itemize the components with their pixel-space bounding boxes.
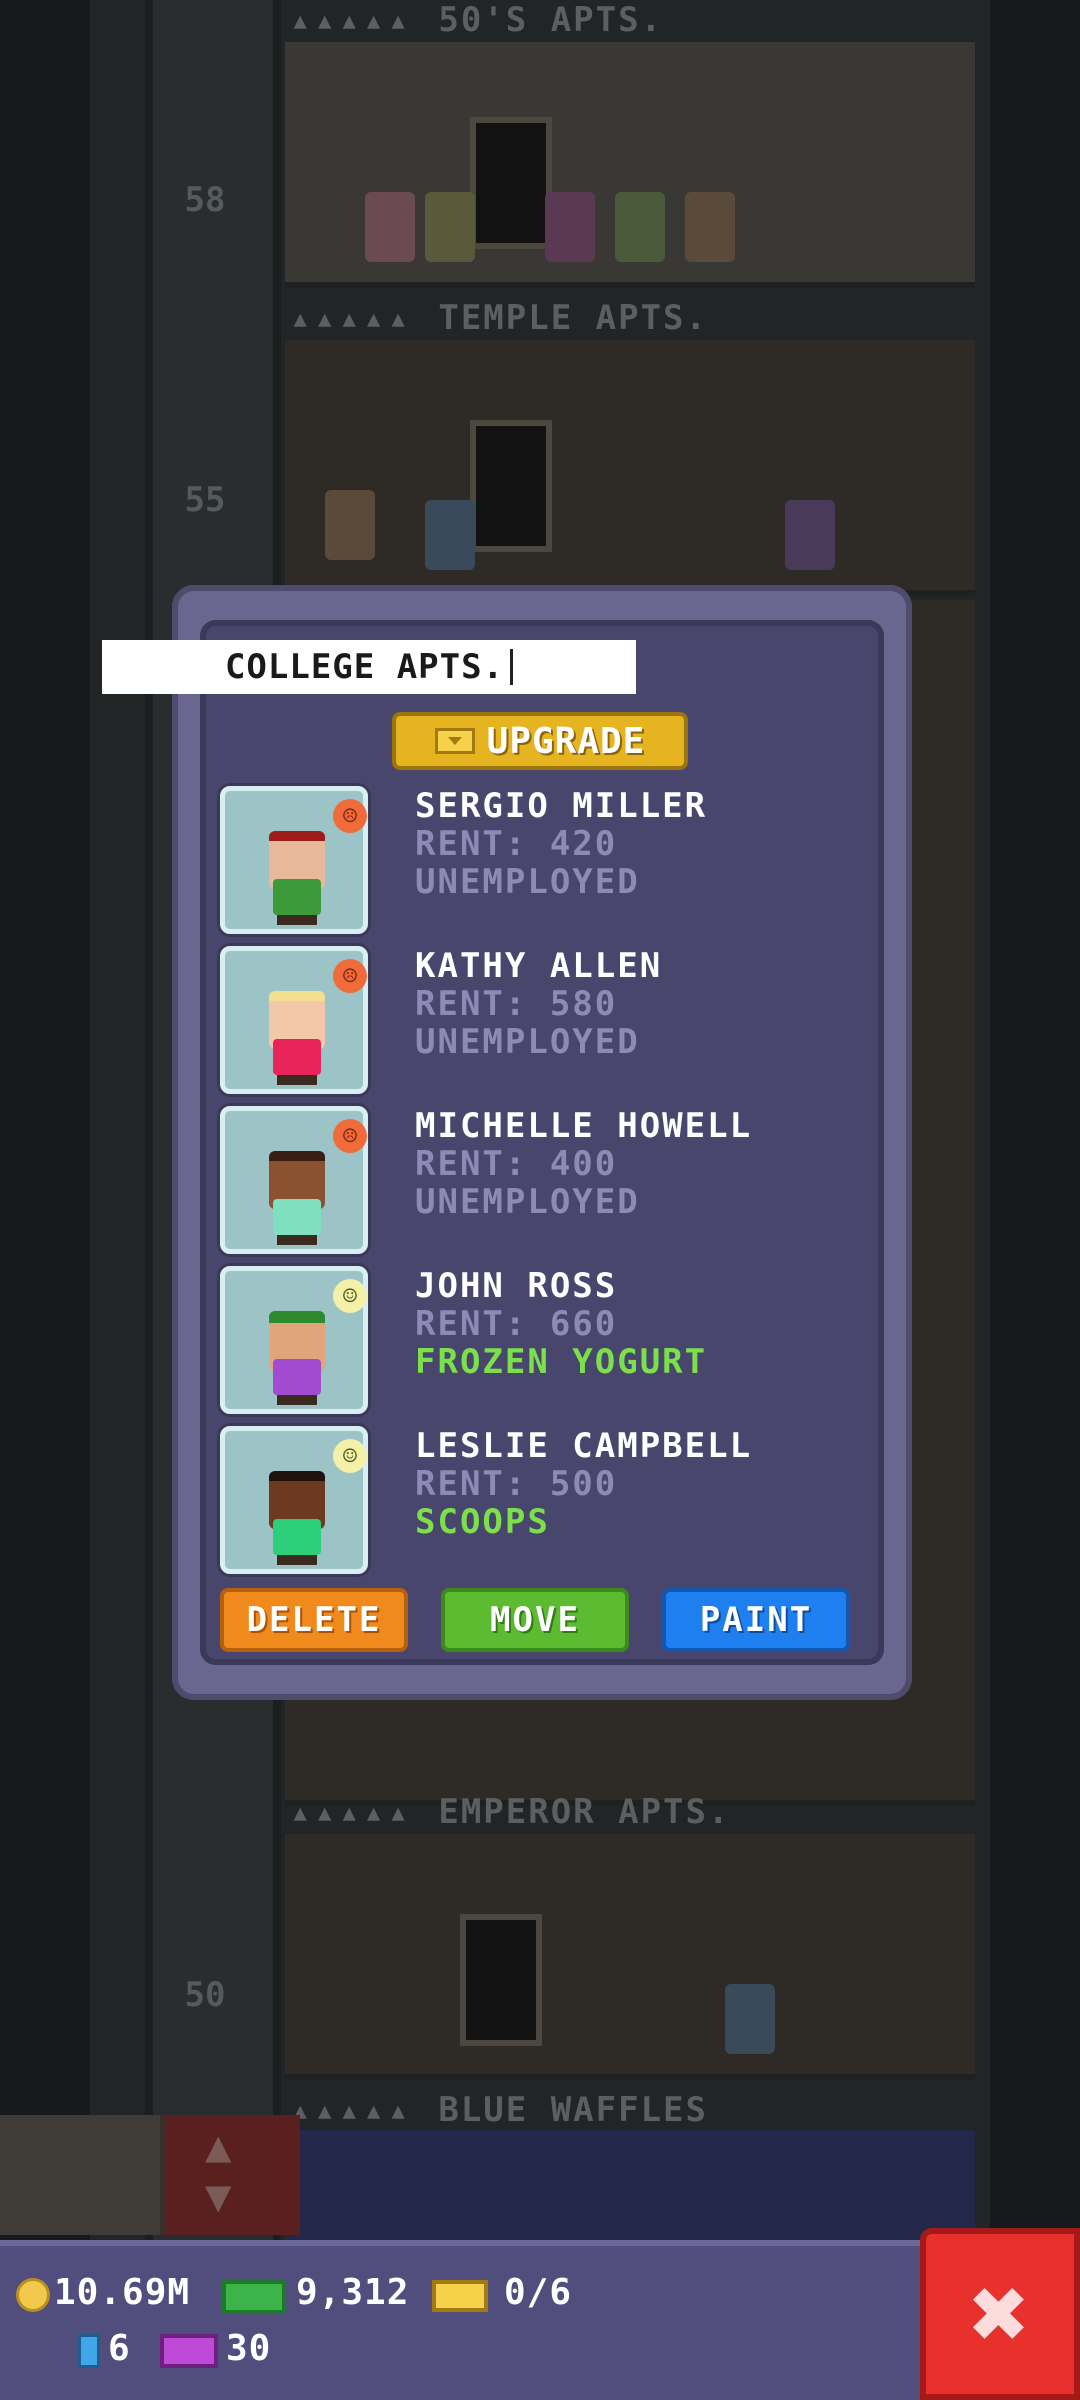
resident-job: SCOOPS: [415, 1502, 550, 1542]
cash-value: 9,312: [296, 2272, 410, 2313]
door: [470, 420, 552, 552]
upgrade-label: UPGRADE: [486, 720, 646, 762]
avatar-feet: [277, 1555, 317, 1565]
vip-value: 30: [226, 2328, 272, 2369]
elevator-car: [0, 2115, 160, 2235]
resident-row[interactable]: ☹ KATHY ALLEN RENT: 580 UNEMPLOYED: [220, 946, 980, 1096]
vip-icon: [160, 2334, 218, 2368]
resident-portrait[interactable]: ☹: [220, 946, 368, 1094]
resident-portrait[interactable]: ☹: [220, 1106, 368, 1254]
avatar-body: [273, 1199, 321, 1235]
resident-portrait[interactable]: ☺: [220, 1426, 368, 1574]
resident-portrait[interactable]: ☺: [220, 1266, 368, 1414]
resident-sprite: [725, 1984, 775, 2054]
avatar-body: [273, 1039, 321, 1075]
floor-label: ▴▴▴▴▴ EMPEROR APTS.: [290, 1792, 731, 1832]
floor-label: ▴▴▴▴▴ 50'S APTS.: [290, 0, 664, 40]
resident-sprite: [545, 192, 595, 262]
floor-name-text: COLLEGE APTS.: [224, 647, 505, 687]
resident-rent: RENT: 400: [415, 1144, 618, 1184]
neutral-mood-icon: ☺: [333, 1279, 367, 1313]
resident-job: UNEMPLOYED: [415, 1182, 640, 1222]
golden-bux-icon: [434, 728, 475, 754]
avatar-body: [273, 1359, 321, 1395]
resident-rent: RENT: 580: [415, 984, 618, 1024]
resident-sprite: [425, 500, 475, 570]
door: [460, 1914, 542, 2046]
status-bar: 10.69M 9,312 0/6 6 30: [0, 2240, 940, 2400]
resident-sprite: [615, 192, 665, 262]
close-icon: ✖: [969, 2255, 1031, 2372]
resident-rent: RENT: 660: [415, 1304, 618, 1344]
resident-row[interactable]: ☹ MICHELLE HOWELL RENT: 400 UNEMPLOYED: [220, 1106, 980, 1256]
resident-rent: RENT: 500: [415, 1464, 618, 1504]
sad-mood-icon: ☹: [333, 959, 367, 993]
resident-sprite: [365, 192, 415, 262]
coins-value: 10.69M: [54, 2272, 191, 2313]
neutral-mood-icon: ☺: [333, 1439, 367, 1473]
resident-portrait[interactable]: ☹: [220, 786, 368, 934]
resident-name: LESLIE CAMPBELL: [415, 1426, 753, 1466]
paint-button[interactable]: PAINT: [662, 1588, 850, 1652]
cash-icon: [222, 2280, 286, 2314]
door: [470, 117, 552, 249]
floor-number: 58: [184, 180, 226, 220]
resident-row[interactable]: ☹ SERGIO MILLER RENT: 420 UNEMPLOYED: [220, 786, 980, 936]
sad-mood-icon: ☹: [333, 1119, 367, 1153]
floor-label: ▴▴▴▴▴ TEMPLE APTS.: [290, 298, 708, 338]
golden-bux-value: 0/6: [504, 2272, 573, 2313]
elevator-arrows-panel[interactable]: [165, 2115, 300, 2235]
floor-label: ▴▴▴▴▴ BLUE WAFFLES: [290, 2090, 708, 2130]
resident-sprite: [325, 490, 375, 560]
elevator-down-arrow-icon[interactable]: ▼: [205, 2171, 232, 2222]
resident-name: JOHN ROSS: [415, 1266, 618, 1306]
floor-room[interactable]: [285, 1834, 975, 2080]
resident-sprite: [685, 192, 735, 262]
floor-room[interactable]: [285, 2130, 975, 2246]
avatar-feet: [277, 1075, 317, 1085]
avatar-feet: [277, 1395, 317, 1405]
resident-sprite: [425, 192, 475, 262]
resident-name: MICHELLE HOWELL: [415, 1106, 753, 1146]
resident-row[interactable]: ☺ LESLIE CAMPBELL RENT: 500 SCOOPS: [220, 1426, 980, 1576]
resident-job: FROZEN YOGURT: [415, 1342, 708, 1382]
resident-name: KATHY ALLEN: [415, 946, 663, 986]
close-button[interactable]: ✖: [920, 2228, 1080, 2400]
upgrade-button[interactable]: UPGRADE: [392, 712, 688, 770]
elevator-icon: [78, 2334, 100, 2368]
floor-name-input[interactable]: COLLEGE APTS.: [102, 640, 636, 694]
resident-job: UNEMPLOYED: [415, 1022, 640, 1062]
floor-number: 50: [184, 1975, 226, 2015]
avatar-body: [273, 1519, 321, 1555]
resident-name: SERGIO MILLER: [415, 786, 708, 826]
elevator-control[interactable]: ▲ ▼: [0, 2115, 300, 2235]
resident-job: UNEMPLOYED: [415, 862, 640, 902]
avatar-body: [273, 879, 321, 915]
move-button[interactable]: MOVE: [441, 1588, 629, 1652]
golden-bux-icon: [432, 2280, 488, 2312]
floor-room[interactable]: [285, 340, 975, 596]
sad-mood-icon: ☹: [333, 799, 367, 833]
resident-sprite: [785, 500, 835, 570]
elevators-value: 6: [108, 2328, 131, 2369]
coin-icon: [16, 2278, 50, 2312]
avatar-feet: [277, 1235, 317, 1245]
delete-button[interactable]: DELETE: [220, 1588, 408, 1652]
floor-number: 55: [184, 480, 226, 520]
elevator-up-arrow-icon[interactable]: ▲: [205, 2121, 232, 2172]
avatar-feet: [277, 915, 317, 925]
text-caret: [510, 649, 514, 685]
resident-rent: RENT: 420: [415, 824, 618, 864]
floor-room[interactable]: [285, 42, 975, 288]
resident-row[interactable]: ☺ JOHN ROSS RENT: 660 FROZEN YOGURT: [220, 1266, 980, 1416]
